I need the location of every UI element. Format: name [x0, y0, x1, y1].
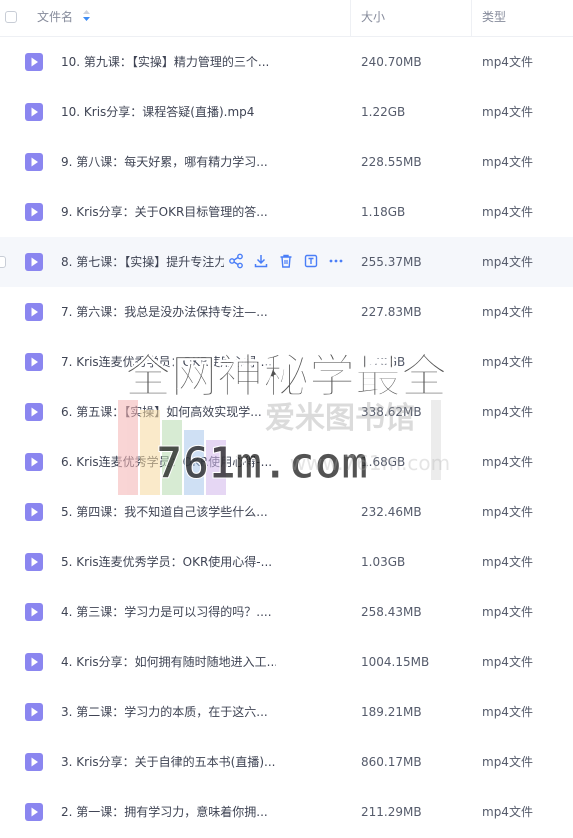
file-row[interactable]: 3. Kris分享：关于自律的五本书(直播).... 860.17MB mp4文件 — [0, 737, 573, 787]
video-file-icon — [24, 302, 44, 322]
file-name[interactable]: 4. 第三课：学习力是可以习得的吗？.... — [61, 587, 272, 637]
file-size: 189.21MB — [361, 705, 422, 719]
file-type: mp4文件 — [482, 255, 533, 269]
file-row[interactable]: 4. Kris分享：如何拥有随时随地进入工... 1004.15MB mp4文件 — [0, 637, 573, 687]
select-all-checkbox[interactable] — [5, 11, 17, 23]
video-file-icon — [24, 502, 44, 522]
file-type: mp4文件 — [482, 505, 533, 519]
file-type: mp4文件 — [482, 305, 533, 319]
file-name[interactable]: 2. 第一课：拥有学习力，意味着你拥... — [61, 787, 268, 837]
file-size: 255.37MB — [361, 255, 422, 269]
file-name[interactable]: 8. 第七课：【实操】提升专注力 — [61, 237, 224, 287]
file-size: 227.83MB — [361, 305, 422, 319]
video-file-icon — [24, 352, 44, 372]
file-type: mp4文件 — [482, 605, 533, 619]
download-icon[interactable] — [253, 253, 269, 269]
file-row[interactable]: 8. 第七课：【实操】提升专注力 255.37MB mp4文件 — [0, 237, 573, 287]
file-size: 258.43MB — [361, 605, 422, 619]
video-file-icon — [24, 552, 44, 572]
column-divider[interactable] — [471, 0, 472, 36]
file-type: mp4文件 — [482, 405, 533, 419]
video-file-icon — [24, 402, 44, 422]
video-file-icon — [24, 752, 44, 772]
video-file-icon — [24, 802, 44, 822]
file-name[interactable]: 6. Kris连麦优秀学员：OKR使用心得-... — [61, 437, 272, 487]
video-file-icon — [24, 652, 44, 672]
file-name[interactable]: 3. Kris分享：关于自律的五本书(直播).... — [61, 737, 276, 787]
file-type: mp4文件 — [482, 105, 533, 119]
video-file-icon — [24, 702, 44, 722]
file-size: 211.29MB — [361, 805, 422, 819]
file-size: 1.68GB — [361, 455, 406, 469]
column-header-name-label: 文件名 — [37, 10, 74, 24]
file-row[interactable]: 10. Kris分享：课程答疑(直播).mp4 1.22GB mp4文件 — [0, 87, 573, 137]
video-file-icon — [24, 102, 44, 122]
video-file-icon — [24, 152, 44, 172]
column-header-type[interactable]: 类型 — [482, 0, 506, 36]
file-name[interactable]: 3. 第二课：学习力的本质，在于这六... — [61, 687, 268, 737]
file-size: 1.70GB — [361, 355, 406, 369]
file-type: mp4文件 — [482, 755, 533, 769]
column-header-name[interactable]: 文件名 — [37, 0, 90, 36]
file-type: mp4文件 — [482, 205, 533, 219]
file-type: mp4文件 — [482, 55, 533, 69]
column-divider[interactable] — [350, 0, 351, 36]
file-row[interactable]: 3. 第二课：学习力的本质，在于这六... 189.21MB mp4文件 — [0, 687, 573, 737]
file-name[interactable]: 5. 第四课：我不知道自己该学些什么... — [61, 487, 268, 537]
column-header-size[interactable]: 大小 — [361, 0, 385, 36]
sort-icon[interactable] — [82, 0, 90, 34]
file-size: 240.70MB — [361, 55, 422, 69]
file-size: 1.03GB — [361, 555, 406, 569]
file-name[interactable]: 4. Kris分享：如何拥有随时随地进入工... — [61, 637, 276, 687]
file-type: mp4文件 — [482, 155, 533, 169]
file-name[interactable]: 10. 第九课：【实操】精力管理的三个... — [61, 37, 269, 87]
file-row[interactable]: 10. 第九课：【实操】精力管理的三个... 240.70MB mp4文件 — [0, 37, 573, 87]
file-type: mp4文件 — [482, 805, 533, 819]
file-type: mp4文件 — [482, 455, 533, 469]
video-file-icon — [24, 252, 44, 272]
file-name[interactable]: 9. Kris分享：关于OKR目标管理的答... — [61, 187, 268, 237]
video-file-icon — [24, 602, 44, 622]
file-size: 860.17MB — [361, 755, 422, 769]
file-size: 232.46MB — [361, 505, 422, 519]
file-type: mp4文件 — [482, 705, 533, 719]
video-file-icon — [24, 52, 44, 72]
video-file-icon — [24, 202, 44, 222]
file-name[interactable]: 7. 第六课：我总是没办法保持专注—... — [61, 287, 268, 337]
file-size: 228.55MB — [361, 155, 422, 169]
file-row[interactable]: 5. 第四课：我不知道自己该学些什么... 232.46MB mp4文件 — [0, 487, 573, 537]
file-list-header: 文件名 大小 类型 — [0, 0, 573, 37]
file-row[interactable]: 9. Kris分享：关于OKR目标管理的答... 1.18GB mp4文件 — [0, 187, 573, 237]
file-name[interactable]: 9. 第八课：每天好累，哪有精力学习... — [61, 137, 268, 187]
video-file-icon — [24, 452, 44, 472]
file-type: mp4文件 — [482, 355, 533, 369]
delete-icon[interactable] — [278, 253, 294, 269]
file-row[interactable]: 9. 第八课：每天好累，哪有精力学习... 228.55MB mp4文件 — [0, 137, 573, 187]
more-icon[interactable] — [328, 253, 344, 269]
share-icon[interactable] — [228, 253, 244, 269]
file-row[interactable]: 5. Kris连麦优秀学员：OKR使用心得-... 1.03GB mp4文件 — [0, 537, 573, 587]
file-row[interactable]: 4. 第三课：学习力是可以习得的吗？.... 258.43MB mp4文件 — [0, 587, 573, 637]
file-name[interactable]: 10. Kris分享：课程答疑(直播).mp4 — [61, 87, 254, 137]
file-row[interactable]: 6. Kris连麦优秀学员：OKR使用心得-... 1.68GB mp4文件 — [0, 437, 573, 487]
file-type: mp4文件 — [482, 555, 533, 569]
file-size: 338.62MB — [361, 405, 422, 419]
file-size: 1.22GB — [361, 105, 406, 119]
file-row[interactable]: 7. Kris连麦优秀学员：OKR使用心得-... 1.70GB mp4文件 — [0, 337, 573, 387]
file-row[interactable]: 7. 第六课：我总是没办法保持专注—... 227.83MB mp4文件 — [0, 287, 573, 337]
file-name[interactable]: 5. Kris连麦优秀学员：OKR使用心得-... — [61, 537, 272, 587]
file-row[interactable]: 2. 第一课：拥有学习力，意味着你拥... 211.29MB mp4文件 — [0, 787, 573, 837]
text-extract-icon[interactable] — [303, 253, 319, 269]
file-name[interactable]: 7. Kris连麦优秀学员：OKR使用心得-... — [61, 337, 272, 387]
row-checkbox[interactable] — [0, 256, 6, 268]
file-row[interactable]: 6. 第五课：【实操】如何高效实现学... 338.62MB mp4文件 — [0, 387, 573, 437]
file-type: mp4文件 — [482, 655, 533, 669]
file-name[interactable]: 6. 第五课：【实操】如何高效实现学... — [61, 387, 262, 437]
file-size: 1.18GB — [361, 205, 406, 219]
file-size: 1004.15MB — [361, 655, 430, 669]
